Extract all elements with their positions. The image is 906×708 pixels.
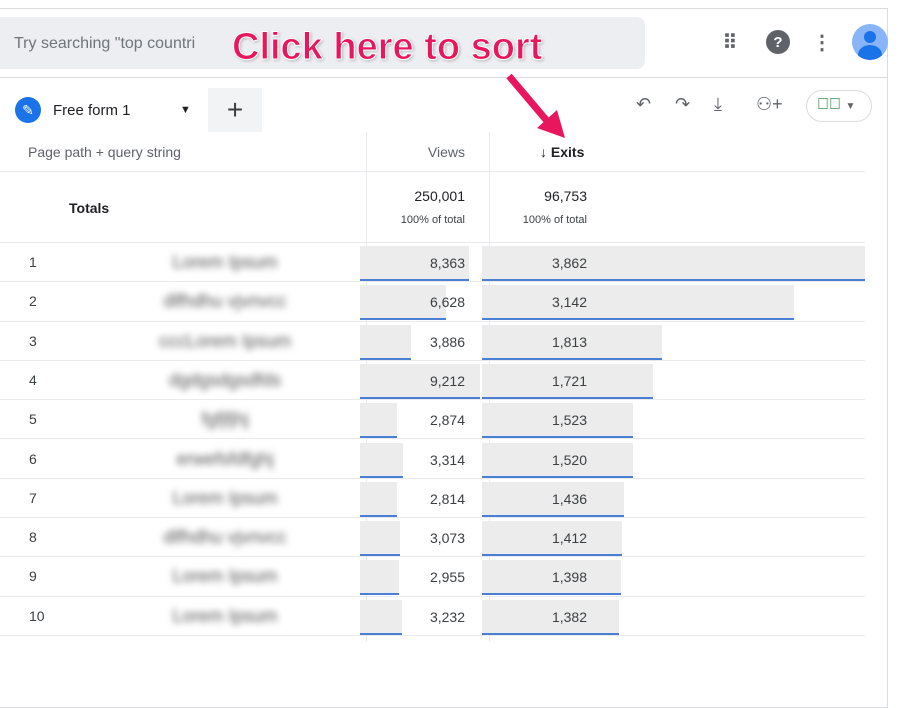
exits-value: 1,520 <box>551 451 587 468</box>
download-icon[interactable]: ⤓ <box>714 94 722 115</box>
views-value: 9,212 <box>429 372 465 389</box>
row-rank: 5 <box>29 411 37 428</box>
page-path[interactable]: cccLorem Ipsum <box>125 331 325 352</box>
row-rank: 1 <box>29 254 37 270</box>
exits-total: 96,753 <box>544 188 587 204</box>
views-value: 3,886 <box>429 333 465 350</box>
page-path[interactable]: fgfjfjhj <box>125 409 325 430</box>
more-vert-icon[interactable]: ⋮ <box>810 30 834 54</box>
table-row[interactable]: 7 Lorem Ipsum 2,814 1,436 <box>0 479 865 519</box>
page-path[interactable]: Lorem Ipsum <box>125 488 325 509</box>
undo-icon[interactable]: ↶ <box>636 94 651 115</box>
redo-icon[interactable]: ↷ <box>675 94 690 115</box>
totals-label: Totals <box>69 200 110 216</box>
table-row[interactable]: 9 Lorem Ipsum 2,955 1,398 <box>0 557 865 597</box>
table-row[interactable]: 5 fgfjfjhj 2,874 1,523 <box>0 400 865 440</box>
exits-value: 1,382 <box>551 608 587 625</box>
views-value: 2,874 <box>429 412 465 429</box>
apps-icon[interactable]: ⠿ <box>718 30 742 54</box>
exits-header[interactable]: ↓ Exits <box>540 144 584 160</box>
dimension-header[interactable]: Page path + query string <box>28 144 181 160</box>
status-button[interactable]: ✓⃝ ▼ <box>806 90 872 122</box>
table-row[interactable]: 10 Lorem Ipsum 3,232 1,382 <box>0 597 865 636</box>
views-header[interactable]: Views <box>360 144 465 160</box>
chevron-down-icon[interactable]: ▼ <box>180 104 191 116</box>
page-path[interactable]: dlfhdhu vjvnvcc <box>125 527 325 548</box>
table-row[interactable]: 3 cccLorem Ipsum 3,886 1,813 <box>0 322 865 361</box>
table-row[interactable]: 4 dgdgsdgsdfds 9,212 1,721 <box>0 361 865 401</box>
table-row[interactable]: 6 erwefsfdfghj 3,314 1,520 <box>0 440 865 479</box>
views-value: 3,073 <box>429 530 465 547</box>
help-icon[interactable]: ? <box>766 30 790 54</box>
views-value: 2,955 <box>429 569 465 586</box>
row-rank: 8 <box>29 529 37 546</box>
chevron-down-icon: ▼ <box>845 101 856 112</box>
exits-value: 3,862 <box>551 255 587 271</box>
table-row[interactable]: 2 dlfhdhu vjvnvcc 6,628 3,142 <box>0 282 865 322</box>
tab-label: Free form 1 <box>53 101 131 119</box>
exits-value: 1,398 <box>551 569 587 586</box>
views-value: 6,628 <box>429 294 465 311</box>
page-path[interactable]: dlfhdhu vjvnvcc <box>125 291 325 312</box>
page-path[interactable]: erwefsfdfghj <box>125 449 325 470</box>
page-path[interactable]: Lorem Ipsum <box>125 566 325 587</box>
row-rank: 4 <box>29 371 37 388</box>
views-value: 3,314 <box>429 451 465 468</box>
exits-value: 3,142 <box>551 294 587 311</box>
share-icon[interactable]: ⚇+ <box>756 94 783 115</box>
totals-row: Totals 250,001 100% of total 96,753 100%… <box>0 172 865 243</box>
row-rank: 9 <box>29 568 37 585</box>
row-rank: 7 <box>29 489 37 506</box>
add-tab-button[interactable]: + <box>208 88 262 132</box>
exits-total-pct: 100% of total <box>522 214 587 226</box>
exits-value: 1,813 <box>551 333 587 350</box>
row-rank: 10 <box>29 607 45 624</box>
annotation-arrow-icon <box>506 73 565 138</box>
views-value: 2,814 <box>429 490 465 507</box>
exits-value: 1,436 <box>551 490 587 507</box>
table-row[interactable]: 1 Lorem Ipsum 8,363 3,862 <box>0 243 865 283</box>
views-total: 250,001 <box>414 188 465 204</box>
avatar[interactable] <box>852 24 888 60</box>
divider <box>0 77 888 78</box>
page-path[interactable]: Lorem Ipsum <box>125 606 325 627</box>
table-row[interactable]: 8 dlfhdhu vjvnvcc 3,073 1,412 <box>0 518 865 558</box>
row-rank: 3 <box>29 332 37 349</box>
row-rank: 6 <box>29 450 37 467</box>
page-path[interactable]: dgdgsdgsdfds <box>125 370 325 391</box>
annotation-text: Click here to sort <box>231 26 543 69</box>
page-path[interactable]: Lorem Ipsum <box>125 252 325 273</box>
exits-value: 1,523 <box>551 412 587 429</box>
views-total-pct: 100% of total <box>400 214 465 226</box>
views-value: 8,363 <box>429 255 465 271</box>
tab-free-form-1[interactable]: ✎ Free form 1 ▼ <box>5 88 206 132</box>
exits-value: 1,721 <box>551 372 587 389</box>
exits-value: 1,412 <box>551 530 587 547</box>
row-rank: 2 <box>29 293 37 310</box>
views-value: 3,232 <box>429 608 465 625</box>
pencil-icon: ✎ <box>15 97 41 123</box>
header-row: Page path + query string Views ↓ Exits <box>0 132 865 172</box>
check-circle-icon: ✓⃝ <box>817 96 841 113</box>
